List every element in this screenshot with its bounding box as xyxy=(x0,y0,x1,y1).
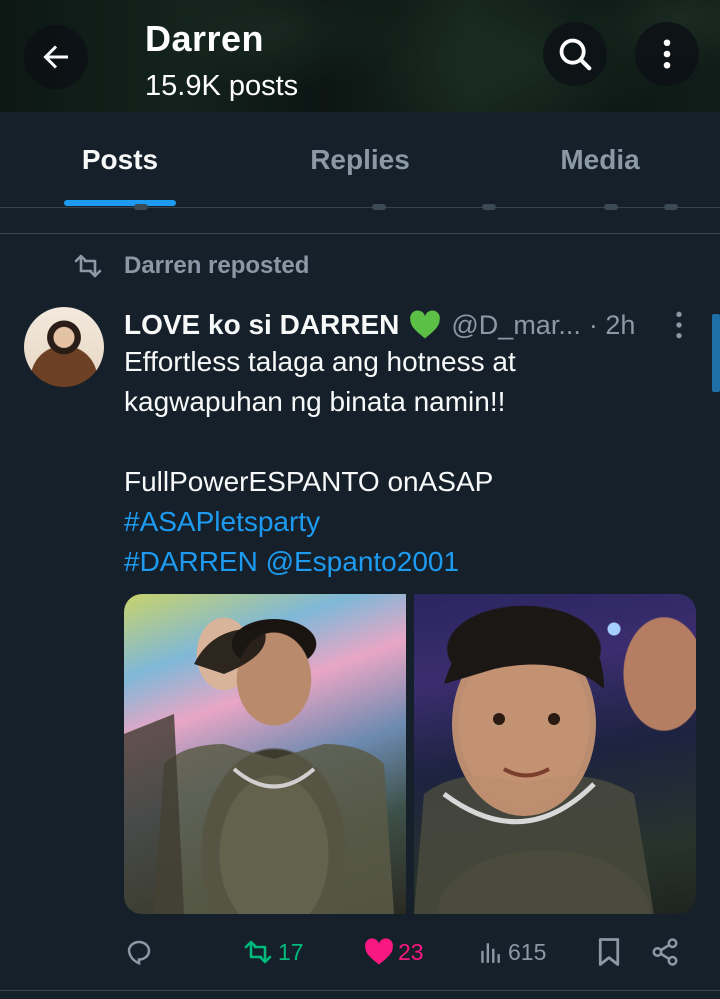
repost-button[interactable]: 17 xyxy=(242,930,304,974)
green-heart-icon xyxy=(409,310,441,340)
author-name[interactable]: LOVE ko si DARREN xyxy=(124,309,399,341)
post-text: Effortless talaga ang hotness at kagwapu… xyxy=(124,342,694,582)
post-text-line xyxy=(124,422,694,462)
like-button[interactable]: 23 xyxy=(364,930,424,974)
more-vertical-icon xyxy=(663,39,671,69)
profile-name: Darren xyxy=(145,18,265,59)
scroll-indicator xyxy=(712,314,720,392)
post-more-button[interactable] xyxy=(672,309,686,346)
view-count: 615 xyxy=(508,938,547,965)
arrow-left-icon xyxy=(43,45,68,69)
previous-post-actions-sliver xyxy=(0,204,720,234)
avatar[interactable] xyxy=(24,307,104,387)
share-button[interactable] xyxy=(650,930,680,974)
post-text-line: Effortless talaga ang hotness at xyxy=(124,346,516,377)
search-button[interactable] xyxy=(543,22,607,86)
repost-icon xyxy=(74,254,102,278)
tab-media[interactable]: Media xyxy=(480,112,720,208)
like-count: 23 xyxy=(398,938,424,965)
views-bar-chart-icon xyxy=(481,943,500,963)
profile-header: Darren 15.9K posts xyxy=(0,0,720,112)
active-tab-indicator xyxy=(64,200,176,206)
post-count: 15.9K posts xyxy=(145,70,299,102)
tab-replies[interactable]: Replies xyxy=(240,112,480,208)
post-photo-1[interactable] xyxy=(124,594,406,914)
repost-context[interactable]: Darren reposted xyxy=(72,252,309,280)
post-text-line: FullPowerESPANTO onASAP xyxy=(124,466,494,497)
back-button[interactable] xyxy=(24,25,88,89)
post-time[interactable]: · 2h xyxy=(589,310,636,341)
author-handle[interactable]: @D_mar... xyxy=(451,310,580,341)
post-text-line: kagwapuhan ng binata namin!! xyxy=(124,386,506,417)
more-options-button[interactable] xyxy=(635,22,699,86)
profile-tabs: Posts Replies Media xyxy=(0,112,720,208)
post-divider xyxy=(0,990,720,991)
repost-icon xyxy=(244,940,272,964)
repost-label: Darren reposted xyxy=(124,252,310,279)
share-icon xyxy=(652,938,678,966)
hashtag-link[interactable]: #ASAPletsparty xyxy=(124,502,694,542)
repost-count: 17 xyxy=(278,938,304,965)
reply-icon xyxy=(127,940,151,966)
tab-posts[interactable]: Posts xyxy=(0,112,240,208)
post-photo-2[interactable] xyxy=(414,594,696,914)
search-icon xyxy=(559,38,592,71)
post-author-line: LOVE ko si DARREN @D_mar... · 2h xyxy=(124,305,704,345)
post-actions: 17 23 615 xyxy=(124,930,694,974)
hashtag-mention-link[interactable]: #DARREN @Espanto2001 xyxy=(124,542,694,582)
bookmark-icon xyxy=(598,938,620,966)
views-button[interactable]: 615 xyxy=(478,930,546,974)
profile-page: Darren 15.9K posts Posts Replies Media D… xyxy=(0,0,720,999)
bookmark-button[interactable] xyxy=(596,930,622,974)
more-vertical-icon xyxy=(676,311,682,339)
heart-filled-icon xyxy=(365,938,393,965)
post-media xyxy=(124,594,696,914)
reply-button[interactable] xyxy=(124,930,154,974)
